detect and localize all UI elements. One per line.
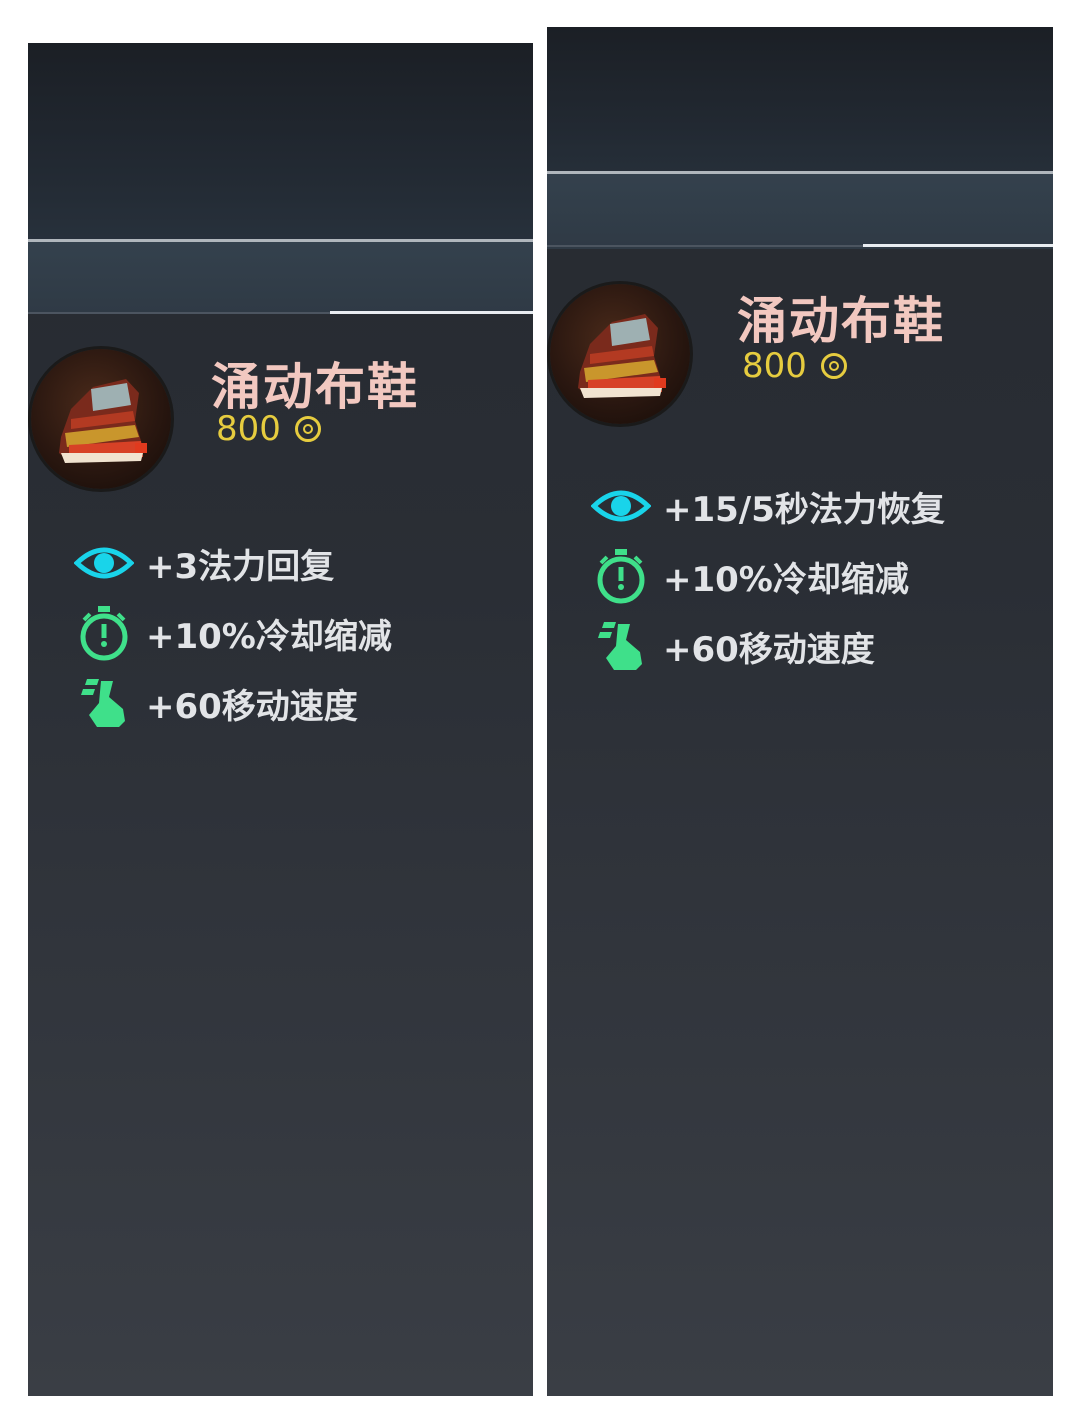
panel-subheader-band: [547, 174, 1053, 249]
eye-icon: [589, 476, 653, 536]
price-value: 800: [216, 409, 281, 449]
stat-text: +10%冷却缩减: [663, 559, 909, 600]
stat-list: +15/5秒法力恢复 +10%冷却缩减 +60移动速度: [589, 471, 945, 681]
item-tooltip-panel-new: 涌动布鞋 800 +15/5秒法力恢复 +10%冷却缩减 +60移动速度: [547, 27, 1053, 1396]
stat-row: +10%冷却缩减: [72, 598, 392, 668]
stopwatch-icon: [589, 546, 653, 606]
stat-text: +3法力回复: [146, 546, 335, 587]
stat-text: +60移动速度: [663, 629, 875, 670]
divider-highlight: [863, 244, 1053, 247]
item-tooltip-panel-old: 涌动布鞋 800 +3法力回复 +10%冷却缩减 +60移动速度: [28, 43, 533, 1396]
stat-text: +15/5秒法力恢复: [663, 489, 945, 530]
stopwatch-icon: [72, 603, 136, 663]
item-icon-shoe: [550, 284, 690, 424]
stat-row: +60移动速度: [589, 611, 945, 681]
item-icon-shoe: [31, 349, 171, 489]
boot-icon: [72, 673, 136, 733]
gold-coin-icon: [820, 353, 847, 379]
stat-row: +3法力回复: [72, 528, 392, 598]
divider-line: [28, 312, 330, 314]
eye-icon: [72, 533, 136, 593]
stat-row: +15/5秒法力恢复: [589, 471, 945, 541]
stat-text: +10%冷却缩减: [146, 616, 392, 657]
panel-subheader-band: [28, 242, 533, 313]
stat-text: +60移动速度: [146, 686, 358, 727]
divider-line: [547, 245, 863, 247]
gold-coin-icon: [294, 416, 321, 442]
divider-highlight: [330, 311, 533, 314]
item-price: 800: [742, 346, 847, 386]
price-value: 800: [742, 346, 807, 386]
stat-row: +10%冷却缩减: [589, 541, 945, 611]
item-name: 涌动布鞋: [737, 292, 945, 350]
item-price: 800: [216, 409, 321, 449]
boot-icon: [589, 616, 653, 676]
stat-list: +3法力回复 +10%冷却缩减 +60移动速度: [72, 528, 392, 738]
stat-row: +60移动速度: [72, 668, 392, 738]
